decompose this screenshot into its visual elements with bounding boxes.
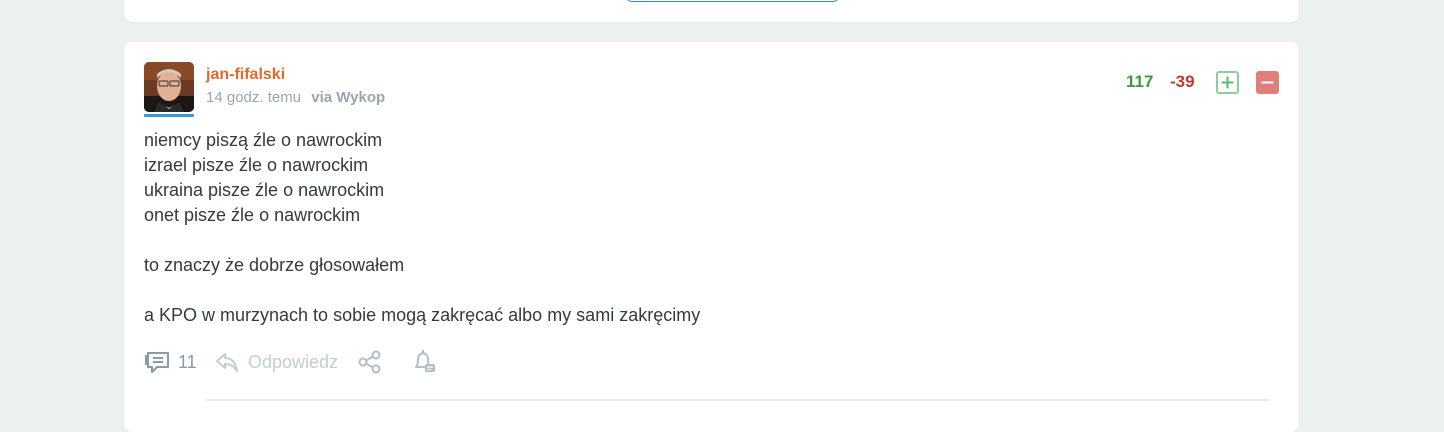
entry-actions: 11 Odpowiedz [144,346,464,378]
author-name[interactable]: jan-fifalski [206,66,285,84]
previous-entry-card [124,0,1299,22]
entry-line: niemcy piszą źle o nawrockim [144,130,383,150]
reply-label: Odpowiedz [248,351,339,372]
entry-blank-line [144,228,1244,253]
entry-line: onet pisze źle o nawrockim [144,205,361,225]
vote-minus-button[interactable] [1256,71,1279,94]
share-button[interactable] [356,346,384,378]
reply-icon [216,353,238,372]
avatar-status-bar [144,114,194,117]
entry-line: to znaczy że dobrze głosowałem [144,255,405,275]
entry-source[interactable]: via Wykop [311,89,385,106]
plus-icon [1221,76,1234,89]
avatar-image [144,62,194,112]
notify-button[interactable] [410,346,438,378]
entry-line: ukraina pisze źle o nawrockim [144,180,385,200]
entry-card: jan-fifalski 14 godz. temu via Wykop 117… [124,42,1299,432]
entry-time[interactable]: 14 godz. temu [206,89,301,106]
previous-card-button[interactable] [626,0,839,2]
minus-votes-count[interactable]: -39 [1170,72,1195,92]
reply-button[interactable]: Odpowiedz [214,346,338,378]
entry-blank-line [144,278,1244,303]
notify-bell-icon [415,350,435,372]
entry-line: izrael pisze źle o nawrockim [144,155,369,175]
comments-icon [145,352,169,373]
vote-plus-button[interactable] [1216,71,1239,94]
share-icon [358,350,381,374]
entry-meta: 14 godz. temu via Wykop [206,89,385,106]
comments-button[interactable]: 11 [144,346,197,378]
entry-content: niemcy piszą źle o nawrockim izrael pisz… [144,128,1244,328]
minus-icon [1261,81,1274,84]
comments-divider [206,399,1269,401]
plus-votes-count[interactable]: 117 [1126,72,1153,92]
avatar[interactable] [144,62,194,112]
comments-count: 11 [178,351,197,372]
entry-line: a KPO w murzynach to sobie mogą zakręcać… [144,305,701,325]
